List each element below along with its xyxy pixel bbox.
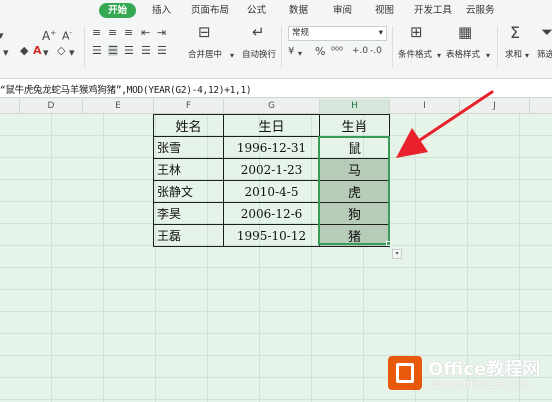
watermark-url: www.office26.com [430,378,531,391]
office-logo-inner [396,363,414,383]
office-logo-icon [388,356,422,390]
arrow-head [396,128,428,158]
watermark: Office教程网 www.office26.com [388,350,552,402]
red-arrow-annotation [396,90,494,158]
arrow-shaft [418,90,494,142]
